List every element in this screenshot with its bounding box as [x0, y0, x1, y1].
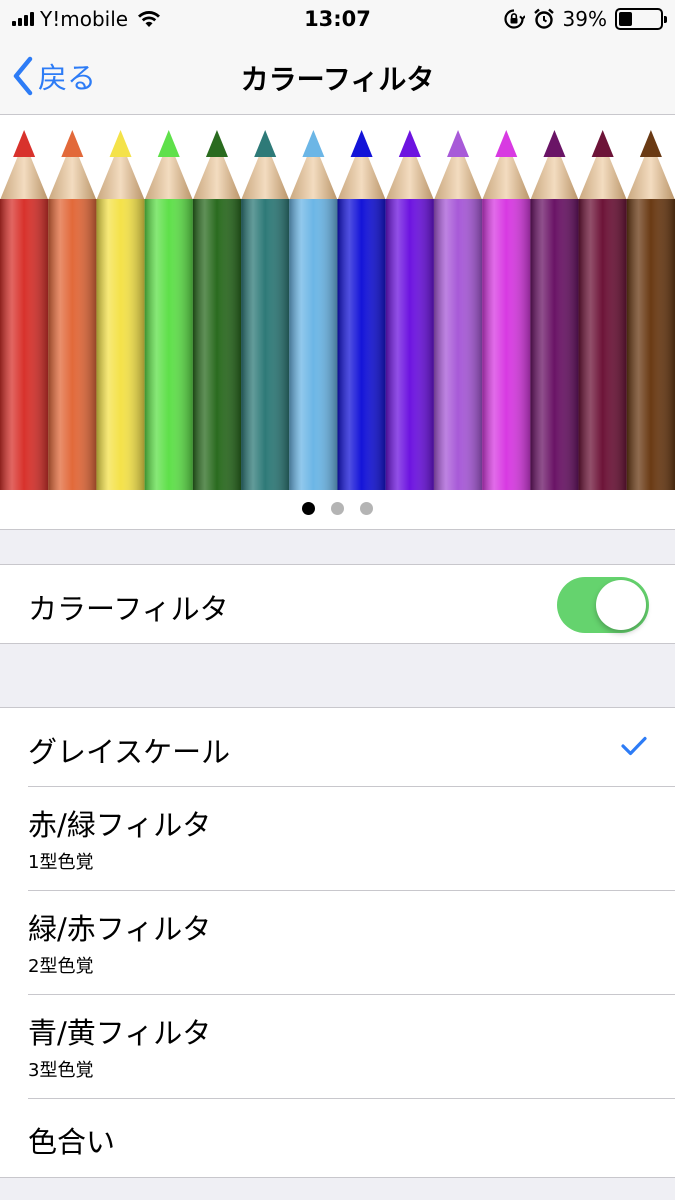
page-dot[interactable] [360, 502, 373, 515]
page-indicator[interactable] [0, 502, 675, 515]
pencil [144, 130, 193, 490]
color-filter-toggle-row: カラーフィルタ [0, 564, 675, 644]
color-pencils-image[interactable] [0, 115, 675, 490]
pencil [433, 130, 483, 490]
alarm-icon [533, 8, 554, 29]
page-dot[interactable] [302, 502, 315, 515]
battery-percent: 39% [562, 7, 607, 31]
option-title: グレイスケール [28, 735, 231, 769]
rotation-lock-icon [503, 9, 525, 29]
option-subtitle: 1型色覚 [28, 852, 94, 873]
switch-knob [596, 580, 646, 630]
option-subtitle: 2型色覚 [28, 956, 94, 977]
option-grayscale[interactable]: グレイスケール [0, 708, 675, 787]
pencil [48, 130, 97, 490]
option-title: 色合い [28, 1125, 116, 1159]
pencil [482, 130, 531, 490]
status-right: 39% [503, 7, 667, 31]
option-green-red-filter[interactable]: 緑/赤フィルタ 2型色覚 [0, 891, 675, 995]
battery-icon [615, 8, 667, 30]
color-filter-label: カラーフィルタ [28, 592, 229, 626]
pencil [578, 130, 627, 490]
option-title: 赤/緑フィルタ [28, 808, 212, 842]
pencil [385, 130, 434, 490]
pencil [96, 130, 145, 490]
navigation-bar: 戻る カラーフィルタ [0, 40, 675, 115]
option-subtitle: 3型色覚 [28, 1060, 94, 1081]
pencil [337, 130, 386, 490]
battery-fill [619, 12, 633, 26]
option-title: 青/黄フィルタ [28, 1016, 212, 1050]
pencil [0, 130, 49, 490]
pencil [192, 130, 242, 490]
pencil [530, 130, 579, 490]
pencil [289, 130, 338, 490]
color-filter-switch[interactable] [557, 577, 649, 633]
page-dot[interactable] [331, 502, 344, 515]
checkmark-icon [621, 736, 647, 756]
pencil [626, 130, 675, 490]
option-title: 緑/赤フィルタ [28, 912, 212, 946]
option-blue-yellow-filter[interactable]: 青/黄フィルタ 3型色覚 [0, 995, 675, 1099]
status-bar: Y!mobile 13:07 39% [0, 0, 675, 40]
page-title: カラーフィルタ [240, 63, 435, 96]
pencil [241, 130, 290, 490]
option-red-green-filter[interactable]: 赤/緑フィルタ 1型色覚 [0, 787, 675, 891]
option-color-tint[interactable]: 色合い [0, 1099, 675, 1177]
color-preview[interactable] [0, 115, 675, 530]
filter-options-list: グレイスケール 赤/緑フィルタ 1型色覚 緑/赤フィルタ 2型色覚 青/黄フィル… [0, 707, 675, 1178]
